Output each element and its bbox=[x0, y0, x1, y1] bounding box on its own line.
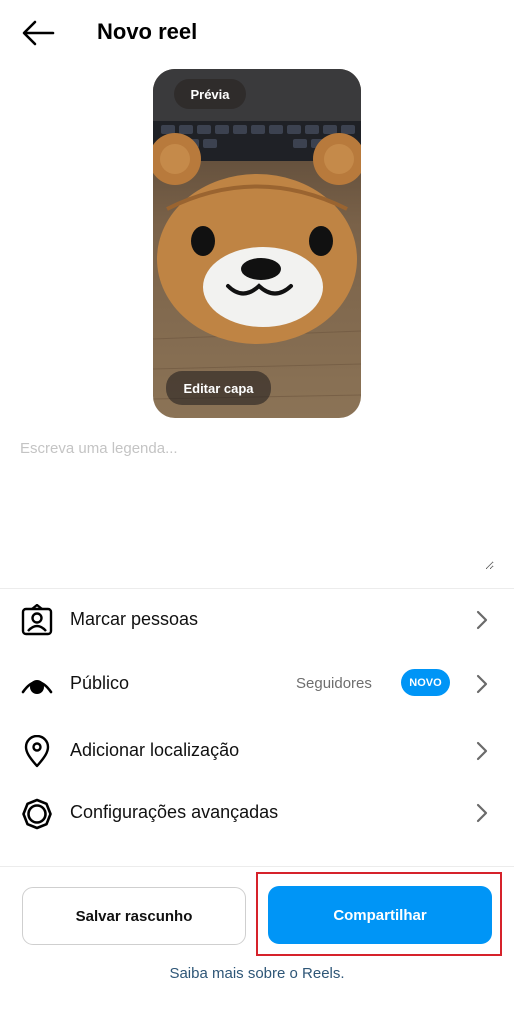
reel-preview[interactable]: Prévia Editar capa bbox=[153, 69, 361, 418]
gear-icon bbox=[22, 798, 52, 830]
eye-icon bbox=[21, 680, 53, 694]
menu-label: Configurações avançadas bbox=[70, 802, 279, 822]
share-button[interactable]: Compartilhar bbox=[268, 886, 492, 944]
location-pin-icon bbox=[24, 735, 50, 768]
chevron-right-icon bbox=[476, 803, 488, 823]
arrow-left-icon bbox=[22, 20, 55, 46]
audience-value: Seguidores bbox=[296, 675, 372, 692]
back-button[interactable] bbox=[18, 16, 58, 50]
caption-input[interactable] bbox=[20, 440, 494, 570]
header-bar: Novo reel bbox=[0, 0, 514, 66]
new-badge: NOVO bbox=[401, 669, 450, 696]
save-draft-button[interactable]: Salvar rascunho bbox=[22, 887, 246, 945]
preview-button[interactable]: Prévia bbox=[174, 79, 246, 109]
chevron-right-icon bbox=[476, 674, 488, 694]
page-title: Novo reel bbox=[97, 19, 198, 44]
chevron-right-icon bbox=[476, 741, 488, 761]
chevron-right-icon bbox=[476, 610, 488, 630]
edit-cover-button[interactable]: Editar capa bbox=[166, 371, 271, 405]
advanced-settings-row[interactable]: Configurações avançadas bbox=[0, 782, 514, 844]
tag-people-icon bbox=[21, 604, 53, 636]
add-location-row[interactable]: Adicionar localização bbox=[0, 720, 514, 782]
menu-label: Adicionar localização bbox=[70, 740, 240, 760]
menu-label: Marcar pessoas bbox=[70, 609, 199, 629]
divider bbox=[0, 866, 514, 867]
reel-thumbnail bbox=[153, 69, 361, 418]
learn-more-link[interactable]: Saiba mais sobre o Reels. bbox=[0, 965, 514, 982]
menu-label: Público bbox=[70, 673, 130, 693]
tag-people-row[interactable]: Marcar pessoas bbox=[0, 589, 514, 651]
audience-row[interactable]: Público Seguidores NOVO bbox=[0, 653, 514, 715]
